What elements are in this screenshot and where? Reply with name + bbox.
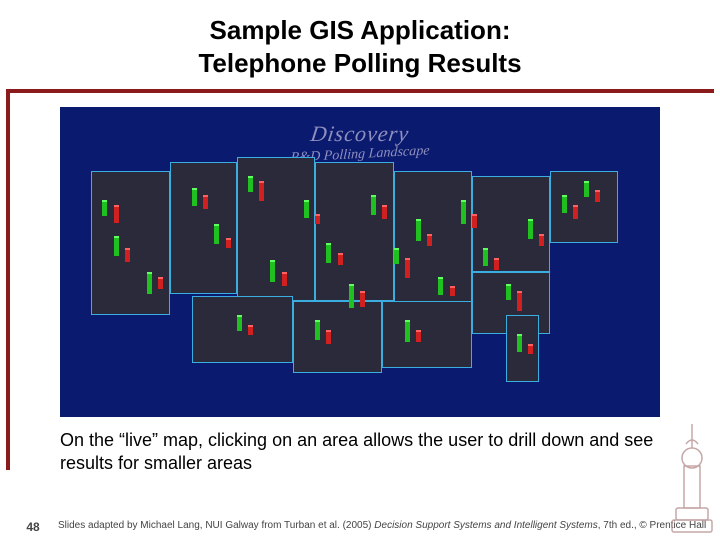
slide: Sample GIS Application: Telephone Pollin…	[0, 0, 720, 540]
credits-title: Decision Support Systems and Intelligent…	[374, 520, 597, 531]
usa-outline	[80, 152, 640, 392]
page-number: 48	[8, 520, 58, 534]
caption-text: On the “live” map, clicking on an area a…	[0, 423, 720, 476]
footer: 48 Slides adapted by Michael Lang, NUI G…	[0, 520, 720, 534]
watermark-tower-icon	[668, 416, 716, 536]
credits: Slides adapted by Michael Lang, NUI Galw…	[58, 520, 712, 533]
left-stripe	[6, 90, 10, 470]
title-line2: Telephone Polling Results	[198, 48, 521, 78]
slide-title: Sample GIS Application: Telephone Pollin…	[0, 0, 720, 89]
title-underline	[6, 89, 714, 93]
map-brand: Discovery	[309, 121, 411, 147]
title-line1: Sample GIS Application:	[210, 15, 511, 45]
gis-map-image: Discovery R&D Polling Landscape	[60, 107, 660, 417]
credits-prefix: Slides adapted by Michael Lang, NUI Galw…	[58, 520, 374, 531]
